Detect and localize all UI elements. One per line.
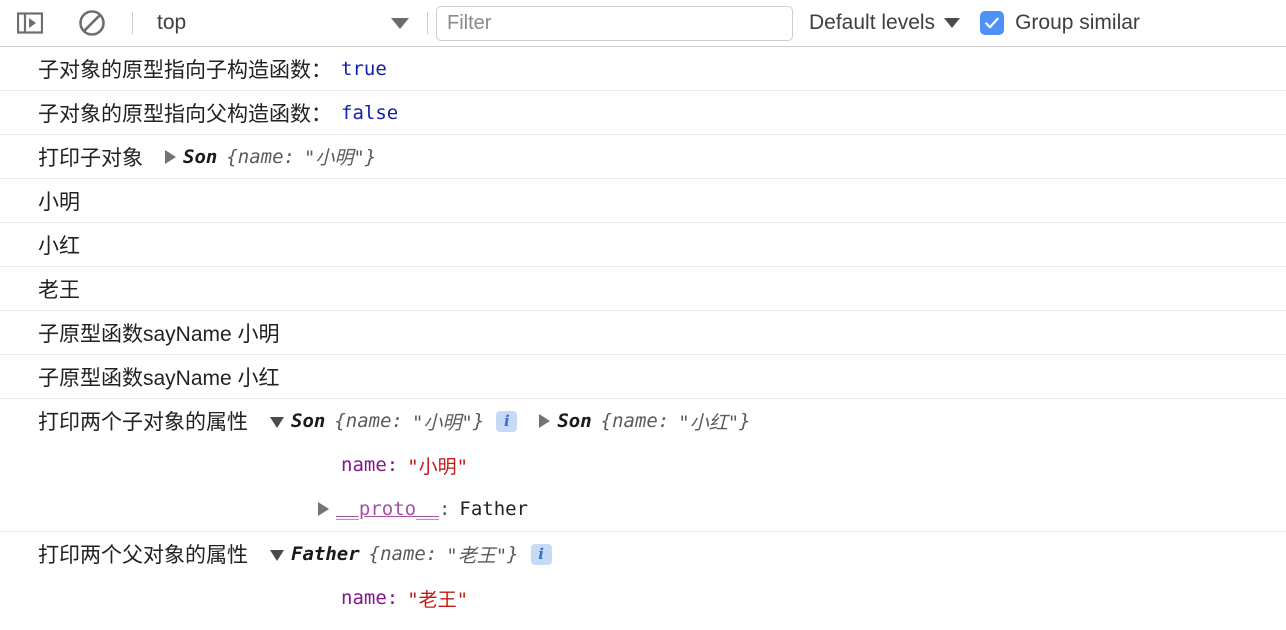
console-toolbar: top Default levels Group similar [0,0,1286,47]
property-value: "小明" [407,455,469,478]
log-message: 小红 [38,234,80,258]
console-log-list[interactable]: 子对象的原型指向子构造函数： true 子对象的原型指向父构造函数： false… [0,47,1286,630]
proto-value: Father [459,498,529,520]
log-levels-label: Default levels [809,11,936,34]
console-row-expanded[interactable]: 打印两个子对象的属性 Son {name: "小明" } i Son {name… [0,399,1286,532]
object-header-line[interactable]: 打印两个子对象的属性 Son {name: "小明" } i Son {name… [38,399,1286,443]
console-row[interactable]: 小明 [0,179,1286,223]
console-row[interactable]: 子原型函数sayName 小红 [0,355,1286,399]
chevron-down-icon [391,17,409,29]
object-preview-close: } [507,543,519,565]
disclosure-triangle-collapsed-icon[interactable] [318,502,329,516]
object-preview-close: } [739,410,751,432]
info-icon[interactable]: i [530,543,552,565]
object-constructor-name: Son [183,145,218,168]
object-preview-value: "小明" [411,411,473,434]
object-preview-close: } [472,410,485,432]
disclosure-triangle-expanded-icon[interactable] [270,416,284,428]
group-similar-label: Group similar [1015,11,1140,34]
object-constructor-name: Son [557,410,592,432]
log-boolean-value: true [341,57,387,80]
log-levels-dropdown[interactable]: Default levels [809,11,961,35]
log-message: 打印两个子对象的属性 [38,411,248,434]
log-message: 子对象的原型指向父构造函数： [38,102,332,126]
toolbar-divider-1 [132,12,133,34]
disclosure-triangle-expanded-icon[interactable] [270,549,284,561]
object-proto-line[interactable]: __proto__ : Object [38,620,1286,630]
proto-separator: : [438,498,451,520]
object-property-line: name: "小明" [38,443,1286,487]
log-message: 小明 [38,190,80,214]
object-preview-value: "小红" [678,411,740,434]
object-property-line: name: "老王" [38,576,1286,620]
clear-console-icon[interactable] [72,3,112,43]
log-message: 老王 [38,278,80,302]
object-preview-open: {name: [600,410,670,432]
property-key: name: [341,454,399,476]
object-preview-open: {name: [368,543,438,565]
console-row[interactable]: 小红 [0,223,1286,267]
group-similar-checkbox[interactable] [980,11,1005,35]
object-header-line[interactable]: 打印两个父对象的属性 Father {name: "老王" } i [38,532,1286,576]
toolbar-divider-2 [427,12,428,34]
property-value: "老王" [407,588,469,611]
execution-context-select[interactable]: top [141,3,427,43]
filter-input[interactable] [436,5,793,41]
property-key: name: [341,587,399,609]
chevron-down-icon [944,18,961,28]
disclosure-triangle-collapsed-icon[interactable] [539,414,551,428]
info-icon[interactable]: i [496,410,518,432]
console-row[interactable]: 子原型函数sayName 小明 [0,311,1286,355]
execution-context-value: top [157,11,187,34]
group-similar-control[interactable]: Group similar [980,11,1140,35]
object-preview-value: "老王" [446,544,508,567]
log-message: 子对象的原型指向子构造函数： [38,58,332,82]
log-message: 子原型函数sayName 小红 [38,366,280,390]
object-preview-close: } [364,145,377,168]
console-row[interactable]: 子对象的原型指向父构造函数： false [0,91,1286,135]
log-message: 打印两个父对象的属性 [38,544,248,567]
proto-key[interactable]: __proto__ [336,498,439,520]
console-row-expanded[interactable]: 打印两个父对象的属性 Father {name: "老王" } i name: … [0,532,1286,630]
object-constructor-name: Father [291,543,360,565]
log-boolean-value: false [341,101,399,124]
object-preview-open: {name: [226,145,295,168]
console-row[interactable]: 老王 [0,267,1286,311]
console-row[interactable]: 子对象的原型指向子构造函数： true [0,47,1286,91]
object-preview-value: "小明" [303,147,365,169]
object-proto-line[interactable]: __proto__ : Father [38,487,1286,531]
log-message: 打印子对象 [38,146,143,170]
disclosure-triangle-collapsed-icon[interactable] [165,149,176,164]
log-message: 子原型函数sayName 小明 [38,322,280,346]
console-row[interactable]: 打印子对象 Son {name: "小明" } [0,135,1286,179]
object-constructor-name: Son [291,410,326,432]
object-preview-open: {name: [334,410,403,432]
console-sidebar-icon[interactable] [10,3,50,43]
